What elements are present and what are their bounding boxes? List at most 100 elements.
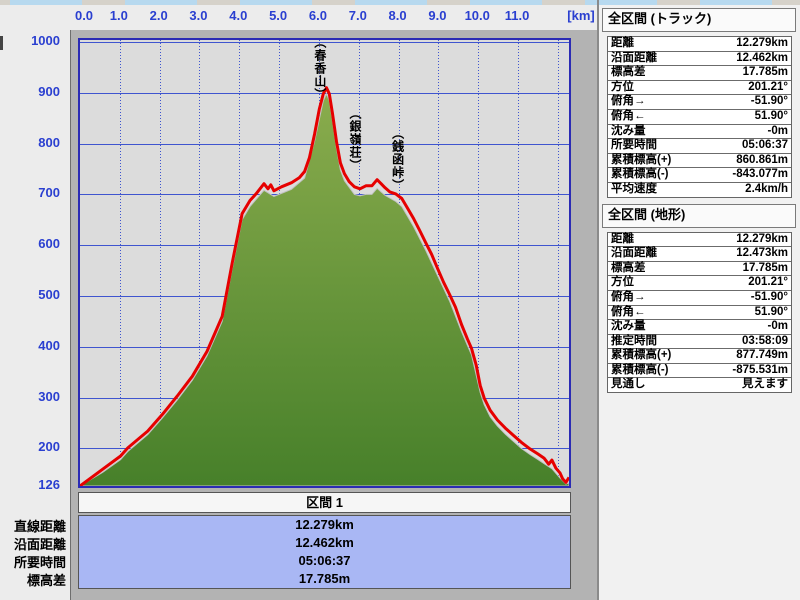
x-tick-label: 5.0: [269, 8, 287, 23]
x-tick-label: 3.0: [189, 8, 207, 23]
stats-table: 距離 12.279km 沿面距離 12.462km 標高差 17.785m方位201.21…: [607, 36, 792, 198]
section-row-label: 所要時間: [2, 552, 66, 571]
section-value: 05:06:37: [79, 552, 570, 570]
x-tick-label: 6.0: [309, 8, 327, 23]
y-tick-label: 500: [0, 287, 60, 302]
stat-label: 累積標高(-): [611, 168, 669, 182]
stats-row: 方位 201.21°: [608, 276, 791, 291]
stats-row: 距離 12.279km: [608, 37, 791, 52]
stat-label: 平均速度: [611, 183, 657, 197]
section-title: 区間 1: [306, 495, 343, 510]
stats-row: 沿面距離 12.462km: [608, 52, 791, 67]
stat-label: 所要時間: [611, 139, 657, 153]
y-tick-label: 200: [0, 439, 60, 454]
stat-value: 2.4km/h: [745, 183, 788, 197]
stat-value: -843.077m: [732, 168, 788, 182]
background-tab-fragment: [10, 0, 82, 5]
background-tab-fragment: [355, 0, 427, 5]
background-tab-fragment: [240, 0, 312, 5]
stat-label: 標高差: [611, 262, 646, 276]
x-tick-label: 4.0: [229, 8, 247, 23]
x-tick-label: 7.0: [349, 8, 367, 23]
stat-label: 推定時間: [611, 335, 657, 349]
stats-row: 所要時間 05:06:37: [608, 139, 791, 154]
section-table: 12.279km12.462km05:06:3717.785m: [78, 515, 571, 589]
y-tick-label: 700: [0, 185, 60, 200]
section-value: 17.785m: [79, 570, 570, 588]
stats-row: 距離12.279km: [608, 233, 791, 248]
stat-label: 距離: [611, 233, 634, 247]
stat-value: -0m: [768, 125, 788, 139]
section-value: 12.279km: [79, 516, 570, 534]
panel-title: 全区間 (トラック): [602, 8, 796, 32]
stats-row: 俯角→ -51.90°: [608, 291, 791, 306]
section-value: 12.462km: [79, 534, 570, 552]
x-axis-unit: [km]: [567, 8, 594, 23]
stat-value: 03:58:09: [742, 335, 788, 349]
stat-label: 俯角→: [611, 291, 646, 305]
background-tab-fragment: [125, 0, 197, 5]
stats-row: 方位201.21°: [608, 81, 791, 96]
y-tick-label: 600: [0, 236, 60, 251]
panel-title: 全区間 (地形): [602, 204, 796, 228]
stats-row: 俯角← 51.90°: [608, 110, 791, 125]
x-tick-label: 11.0: [505, 8, 530, 23]
stat-label: 標高差: [611, 66, 646, 80]
stat-value: 12.462km: [736, 52, 788, 66]
stat-value: 201.21°: [748, 276, 788, 290]
stat-label: 見通し: [611, 378, 646, 392]
peak-annotation: （銀嶺荘）: [348, 107, 361, 172]
x-tick-label: 2.0: [150, 8, 168, 23]
stat-value: 51.90°: [755, 306, 788, 320]
stat-value: 12.279km: [736, 37, 788, 51]
stat-value: 05:06:37: [742, 139, 788, 153]
stats-row: 推定時間 03:58:09: [608, 335, 791, 350]
section-row-label: 標高差: [2, 570, 66, 589]
stats-row: 平均速度 2.4km/h: [608, 183, 791, 197]
peak-annotation: （銭函峠）: [391, 127, 404, 192]
stats-sidebar: 全区間 (トラック)距離12.279km沿面距離12.462km標高差17.78…: [599, 5, 800, 600]
stat-label: 沿面距離: [611, 247, 657, 261]
terrain-area: [80, 94, 569, 486]
stats-table: 距離12.279km沿面距離 12.473km 標高差 17.785m 方位 201.21…: [607, 232, 792, 394]
x-tick-label: 1.0: [110, 8, 128, 23]
stat-value: 877.749m: [736, 349, 788, 363]
stats-row: 沈み量-0m: [608, 320, 791, 335]
stats-row: 俯角←51.90°: [608, 306, 791, 321]
stat-value: -51.90°: [751, 291, 788, 305]
stat-value: 12.473km: [736, 247, 788, 261]
stat-value: -51.90°: [751, 95, 788, 109]
stat-value: 51.90°: [755, 110, 788, 124]
stats-row: 見通し 見えます: [608, 378, 791, 392]
stat-label: 距離: [611, 37, 634, 51]
stats-row: 累積標高(+) 877.749m: [608, 349, 791, 364]
stats-row: 累積標高(-) -843.077m: [608, 168, 791, 183]
stats-row: 累積標高(+)860.861m: [608, 154, 791, 169]
stat-label: 俯角←: [611, 110, 646, 124]
x-tick-label: 10.0: [465, 8, 490, 23]
stat-label: 累積標高(+): [611, 349, 671, 363]
stats-row: 標高差 17.785m: [608, 262, 791, 277]
y-tick-label: 800: [0, 135, 60, 150]
stat-value: 201.21°: [748, 81, 788, 95]
stat-value: -875.531m: [732, 364, 788, 378]
stats-row: 沈み量 -0m: [608, 125, 791, 140]
peak-annotation: （春香山）: [313, 36, 326, 101]
elevation-plot[interactable]: [78, 38, 571, 488]
stat-value: 見えます: [742, 378, 788, 392]
y-tick-label: 900: [0, 84, 60, 99]
x-tick-label: 9.0: [428, 8, 446, 23]
stat-label: 沈み量: [611, 125, 646, 139]
section-row-label: 直線距離: [2, 516, 66, 535]
y-tick-label: 400: [0, 338, 60, 353]
background-tab-fragment: [470, 0, 542, 5]
stats-row: 累積標高(-)-875.531m: [608, 364, 791, 379]
stat-label: 方位: [611, 276, 634, 290]
elevation-chart-svg: [80, 40, 569, 486]
stat-value: 17.785m: [743, 262, 788, 276]
stat-value: 17.785m: [743, 66, 788, 80]
stats-row: 標高差 17.785m: [608, 66, 791, 81]
stat-value: 860.861m: [736, 154, 788, 168]
stat-label: 沿面距離: [611, 52, 657, 66]
y-tick-label: 300: [0, 389, 60, 404]
